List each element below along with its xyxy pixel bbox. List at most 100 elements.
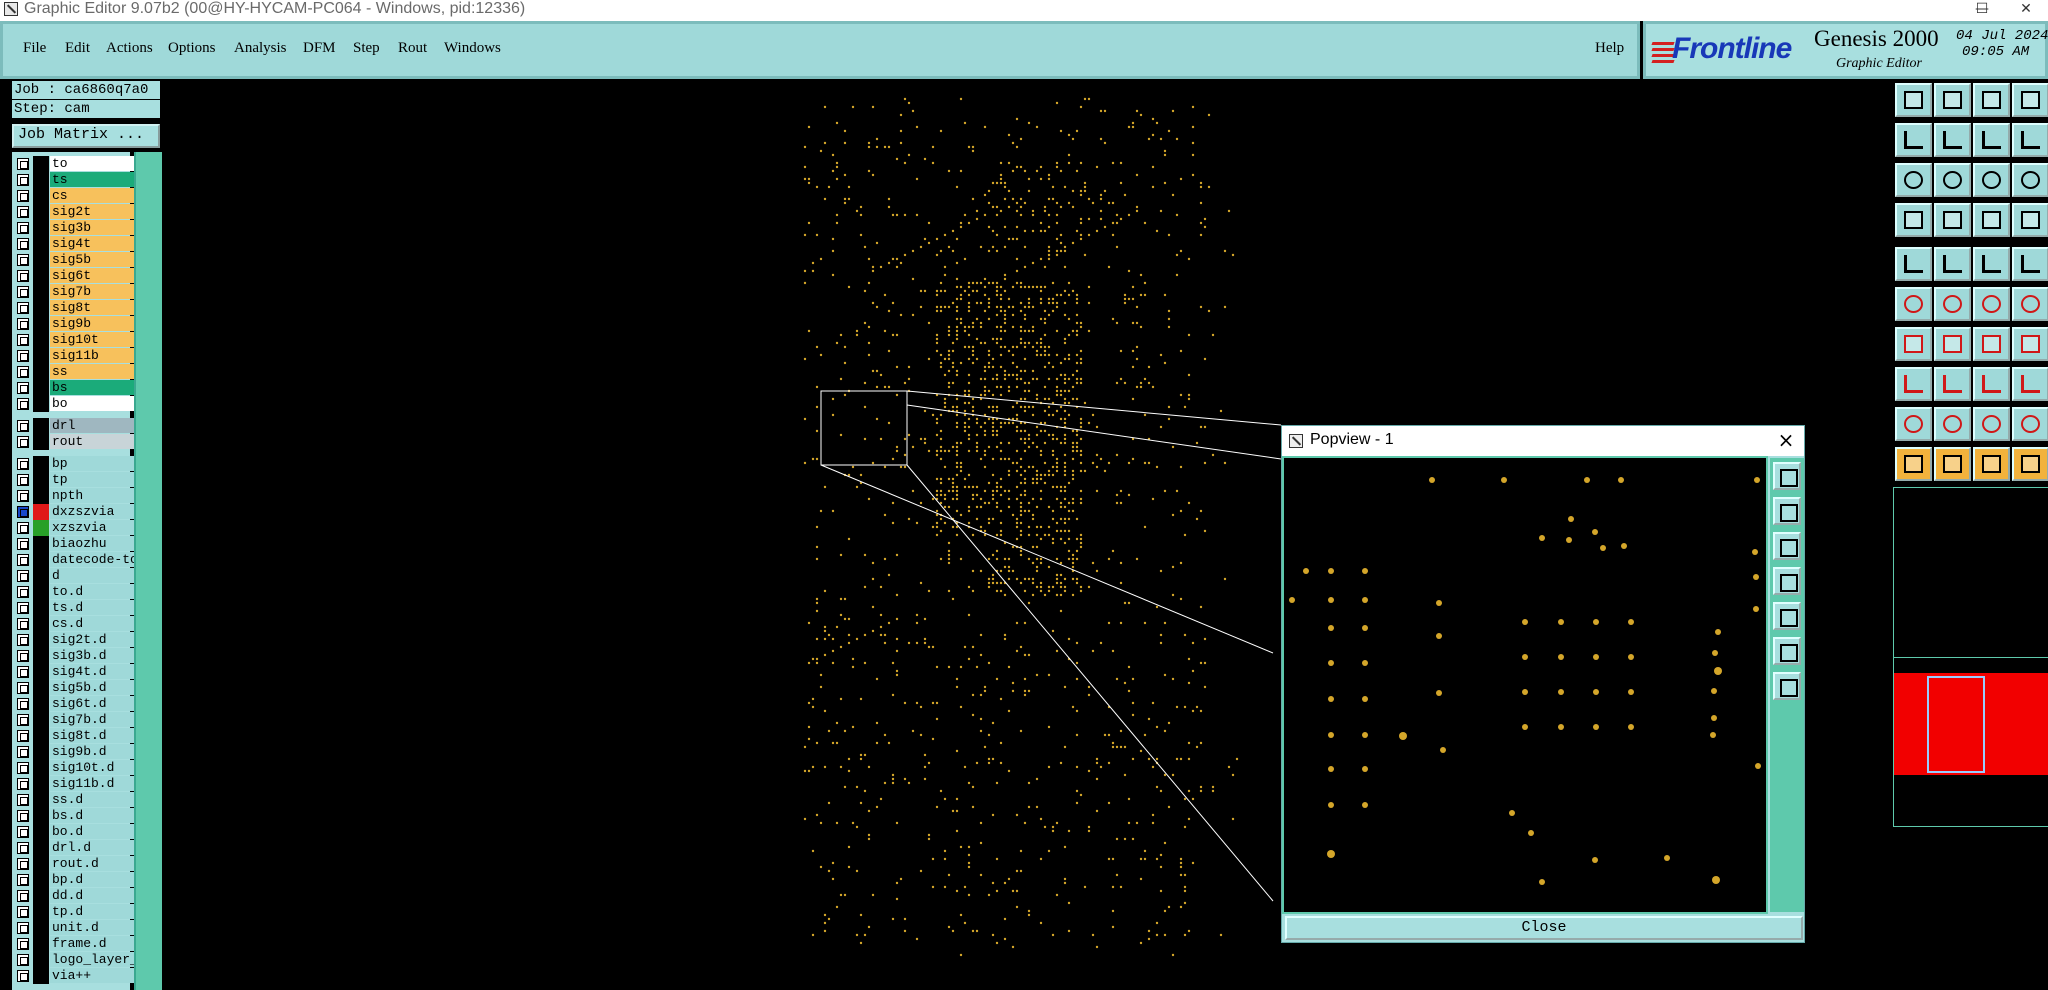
layer-checkbox[interactable] bbox=[17, 158, 29, 170]
layer-row[interactable]: cs.d bbox=[14, 616, 142, 632]
layer-row[interactable]: sig3b bbox=[14, 220, 142, 236]
layer-row[interactable]: rout.d bbox=[14, 856, 142, 872]
layer-row[interactable]: rout bbox=[14, 434, 142, 450]
s-icon[interactable] bbox=[2012, 123, 2048, 157]
layer-checkbox[interactable] bbox=[17, 334, 29, 346]
layer-row[interactable]: bo bbox=[14, 396, 142, 412]
layer-color-swatch[interactable] bbox=[33, 616, 49, 632]
popview-zoom-view[interactable] bbox=[1286, 460, 1764, 910]
zoom-center-icon[interactable] bbox=[1934, 163, 1971, 197]
menu-options[interactable]: Options bbox=[168, 40, 216, 57]
layer-checkbox[interactable] bbox=[17, 490, 29, 502]
layer-color-swatch[interactable] bbox=[33, 172, 49, 188]
layer-row[interactable]: sig2t bbox=[14, 204, 142, 220]
layer-checkbox[interactable] bbox=[17, 174, 29, 186]
layer-checkbox[interactable] bbox=[17, 682, 29, 694]
layer-row[interactable]: dd.d bbox=[14, 888, 142, 904]
layer-checkbox[interactable] bbox=[17, 398, 29, 410]
help-icon[interactable] bbox=[2012, 163, 2048, 197]
layer-row[interactable]: cs bbox=[14, 188, 142, 204]
layer-color-swatch[interactable] bbox=[33, 236, 49, 252]
layer-row[interactable]: npth bbox=[14, 488, 142, 504]
layer-row[interactable]: sig6t bbox=[14, 268, 142, 284]
layer-color-swatch[interactable] bbox=[33, 632, 49, 648]
popview-zoom-in-icon[interactable] bbox=[1773, 497, 1801, 525]
popview-zoom-out-icon[interactable] bbox=[1773, 532, 1801, 560]
layer-checkbox[interactable] bbox=[17, 538, 29, 550]
layer-down-icon[interactable] bbox=[1934, 83, 1971, 117]
layer-row[interactable]: drl bbox=[14, 418, 142, 434]
layer-checkbox[interactable] bbox=[17, 366, 29, 378]
layer-row[interactable]: sig9b bbox=[14, 316, 142, 332]
layer-checkbox[interactable] bbox=[17, 270, 29, 282]
layer-up-icon[interactable] bbox=[1895, 83, 1932, 117]
layer-row[interactable]: tp.d bbox=[14, 904, 142, 920]
menu-actions[interactable]: Actions bbox=[106, 40, 153, 57]
layer-color-swatch[interactable] bbox=[33, 776, 49, 792]
layer-color-swatch[interactable] bbox=[33, 760, 49, 776]
layer-color-swatch[interactable] bbox=[33, 300, 49, 316]
vertex-icon[interactable] bbox=[1973, 287, 2010, 321]
layer-checkbox[interactable] bbox=[17, 906, 29, 918]
layer-row[interactable]: sig6t.d bbox=[14, 696, 142, 712]
popview-close-button[interactable]: Close bbox=[1285, 916, 1803, 940]
layer-row[interactable]: sig3b.d bbox=[14, 648, 142, 664]
menu-rout[interactable]: Rout bbox=[398, 40, 427, 57]
layer-color-swatch[interactable] bbox=[33, 380, 49, 396]
popview-fit-icon[interactable] bbox=[1773, 637, 1801, 665]
layer-row[interactable]: sig10t bbox=[14, 332, 142, 348]
swap-icon[interactable] bbox=[1973, 123, 2010, 157]
layer-checkbox[interactable] bbox=[17, 506, 29, 518]
layer-color-swatch[interactable] bbox=[33, 920, 49, 936]
layer-checkbox[interactable] bbox=[17, 350, 29, 362]
layer-checkbox[interactable] bbox=[17, 666, 29, 678]
layer-color-swatch[interactable] bbox=[33, 348, 49, 364]
ratio-icon[interactable] bbox=[1973, 163, 2010, 197]
snap-left-icon[interactable] bbox=[1895, 123, 1932, 157]
layer-row[interactable]: sig5b.d bbox=[14, 680, 142, 696]
layer-checkbox[interactable] bbox=[17, 206, 29, 218]
layer-color-swatch[interactable] bbox=[33, 808, 49, 824]
layer-color-swatch[interactable] bbox=[33, 728, 49, 744]
select-box-icon[interactable] bbox=[1895, 367, 1932, 401]
layer-row[interactable]: sig4t.d bbox=[14, 664, 142, 680]
zoom-selection-box[interactable] bbox=[820, 390, 908, 466]
layer-checkbox[interactable] bbox=[17, 570, 29, 582]
layer-checkbox[interactable] bbox=[17, 254, 29, 266]
layer-color-swatch[interactable] bbox=[33, 472, 49, 488]
layer-color-swatch[interactable] bbox=[33, 856, 49, 872]
layer-checkbox[interactable] bbox=[17, 762, 29, 774]
maximize-button[interactable]: ☐ bbox=[1962, 0, 2002, 21]
layer-checkbox[interactable] bbox=[17, 778, 29, 790]
slope-icon[interactable] bbox=[1934, 327, 1971, 361]
layer-checkbox[interactable] bbox=[17, 522, 29, 534]
layer-checkbox[interactable] bbox=[17, 420, 29, 432]
layer-color-swatch[interactable] bbox=[33, 648, 49, 664]
layer-row[interactable]: ts.d bbox=[14, 600, 142, 616]
layer-row[interactable]: drl.d bbox=[14, 840, 142, 856]
layer-color-swatch[interactable] bbox=[33, 434, 49, 450]
layer-color-swatch[interactable] bbox=[33, 952, 49, 968]
layer-color-swatch[interactable] bbox=[33, 396, 49, 412]
popview-close-icon[interactable]: × bbox=[1774, 428, 1798, 452]
layer-row[interactable]: sig11b bbox=[14, 348, 142, 364]
layer-checkbox[interactable] bbox=[17, 458, 29, 470]
layer-list-scrollbar[interactable] bbox=[134, 152, 162, 990]
layer-checkbox[interactable] bbox=[17, 474, 29, 486]
layer-color-swatch[interactable] bbox=[33, 744, 49, 760]
layer-checkbox[interactable] bbox=[17, 794, 29, 806]
menu-windows[interactable]: Windows bbox=[444, 40, 501, 57]
layer-row[interactable]: bs.d bbox=[14, 808, 142, 824]
layer-checkbox[interactable] bbox=[17, 874, 29, 886]
copy-icon[interactable] bbox=[2012, 367, 2048, 401]
layer-checkbox[interactable] bbox=[17, 382, 29, 394]
layer-row[interactable]: sig8t.d bbox=[14, 728, 142, 744]
layer-row[interactable]: datecode-to bbox=[14, 552, 142, 568]
layer-color-swatch[interactable] bbox=[33, 712, 49, 728]
layer-color-swatch[interactable] bbox=[33, 418, 49, 434]
layer-color-swatch[interactable] bbox=[33, 268, 49, 284]
angle-icon[interactable] bbox=[1895, 327, 1932, 361]
layer-row[interactable]: d bbox=[14, 568, 142, 584]
layer-color-swatch[interactable] bbox=[33, 872, 49, 888]
layer-row[interactable]: to bbox=[14, 156, 142, 172]
